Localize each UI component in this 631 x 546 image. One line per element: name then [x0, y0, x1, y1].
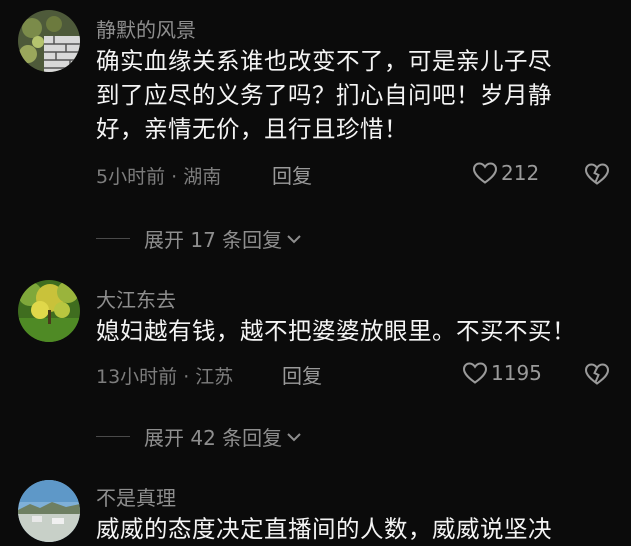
avatar[interactable]	[18, 480, 80, 542]
comment-item: 大江东去 媳妇越有钱，越不把婆婆放眼里。不买不买！ 13小时前 · 江苏 回复 …	[0, 270, 631, 460]
broken-heart-icon	[584, 163, 610, 185]
heart-outline-icon	[462, 362, 488, 384]
comment-text-line: 好，亲情无价，且行且珍惜！	[96, 115, 408, 143]
comment-username[interactable]: 静默的风景	[96, 14, 196, 43]
comment-text: 威威的态度决定直播间的人数，威威说坚决	[96, 512, 616, 546]
comment-text: 确实血缘关系谁也改变不了，可是亲儿子尽 到了应尽的义务了吗？扪心自问吧！岁月静 …	[96, 44, 616, 146]
comment-meta: 13小时前 · 江苏	[96, 366, 234, 388]
broken-heart-icon	[584, 363, 610, 385]
avatar[interactable]	[18, 280, 80, 342]
like-count: 212	[501, 161, 540, 185]
comment-text-line: 到了应尽的义务了吗？扪心自问吧！岁月静	[96, 81, 552, 109]
comment-text-line: 媳妇越有钱，越不把婆婆放眼里。不买不买！	[96, 317, 576, 345]
reply-button[interactable]: 回复	[282, 360, 322, 389]
like-button[interactable]: 1195	[462, 361, 542, 385]
chevron-down-icon	[287, 234, 301, 243]
comment-text-line: 威威的态度决定直播间的人数，威威说坚决	[96, 515, 552, 543]
comment-item: 不是真理 威威的态度决定直播间的人数，威威说坚决	[0, 470, 631, 543]
like-count: 1195	[491, 361, 542, 385]
expand-replies-button[interactable]: 展开 42 条回复	[96, 422, 303, 451]
comment-username[interactable]: 大江东去	[96, 284, 176, 313]
comment-text: 媳妇越有钱，越不把婆婆放眼里。不买不买！	[96, 314, 616, 348]
expand-replies-button[interactable]: 展开 17 条回复	[96, 224, 303, 253]
reply-button[interactable]: 回复	[272, 160, 312, 189]
dislike-button[interactable]	[584, 162, 610, 190]
comment-meta: 5小时前 · 湖南	[96, 166, 222, 188]
comment-item: 静默的风景 确实血缘关系谁也改变不了，可是亲儿子尽 到了应尽的义务了吗？扪心自问…	[0, 0, 631, 260]
heart-outline-icon	[472, 162, 498, 184]
like-button[interactable]: 212	[472, 161, 539, 185]
expand-replies-label: 展开 42 条回复	[144, 426, 283, 450]
divider	[96, 436, 130, 437]
comment-text-line: 确实血缘关系谁也改变不了，可是亲儿子尽	[96, 47, 552, 75]
comment-username[interactable]: 不是真理	[96, 482, 176, 511]
dislike-button[interactable]	[584, 362, 610, 390]
avatar[interactable]	[18, 10, 80, 72]
chevron-down-icon	[287, 432, 301, 441]
divider	[96, 238, 130, 239]
expand-replies-label: 展开 17 条回复	[144, 228, 283, 252]
